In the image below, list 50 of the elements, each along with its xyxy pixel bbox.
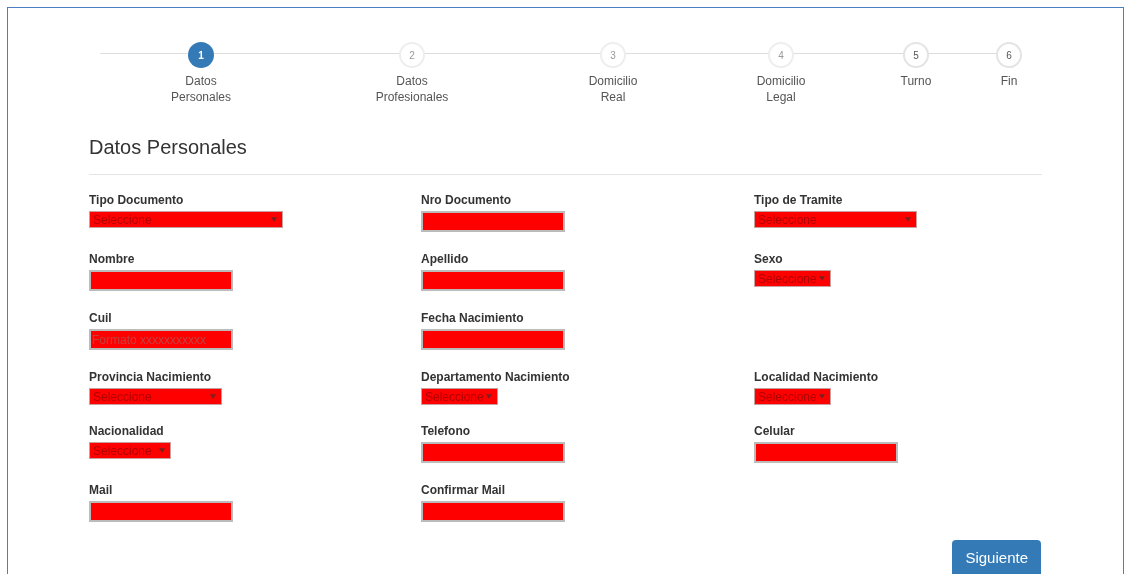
field-label: Tipo de Tramite xyxy=(754,193,843,207)
dropdown-caret-icon xyxy=(819,394,825,399)
input-field[interactable] xyxy=(754,442,898,463)
input-field[interactable] xyxy=(421,501,565,522)
select-field[interactable]: Seleccione xyxy=(754,270,831,287)
dropdown-caret-icon xyxy=(210,394,216,399)
dropdown-caret-icon xyxy=(486,394,492,399)
step-label: Domicilio Real xyxy=(588,73,638,105)
field-label: Apellido xyxy=(421,252,469,266)
step-label: Datos Profesionales xyxy=(375,73,449,105)
field-label: Nombre xyxy=(89,252,135,266)
input-field[interactable]: Formato xxxxxxxxxxx xyxy=(89,329,233,350)
dropdown-caret-icon xyxy=(271,217,277,222)
select-field[interactable]: Seleccione xyxy=(754,388,831,405)
step-number[interactable]: 5 xyxy=(903,42,929,68)
field-label: Fecha Nacimiento xyxy=(421,311,524,325)
step-label: Datos Personales xyxy=(171,73,231,105)
input-field[interactable] xyxy=(421,211,565,232)
step-label: Domicilio Legal xyxy=(756,73,806,105)
field-label: Nacionalidad xyxy=(89,424,164,438)
select-field[interactable]: Seleccione xyxy=(89,211,283,228)
dropdown-caret-icon xyxy=(819,276,825,281)
dropdown-caret-icon xyxy=(159,448,165,453)
field-label: Celular xyxy=(754,424,795,438)
field-label: Departamento Nacimiento xyxy=(421,370,570,384)
field-label: Telefono xyxy=(421,424,471,438)
section-title: Datos Personales xyxy=(89,135,248,159)
field-label: Nro Documento xyxy=(421,193,511,207)
dropdown-caret-icon xyxy=(905,217,911,222)
field-label: Mail xyxy=(89,483,113,497)
field-label: Tipo Documento xyxy=(89,193,184,207)
input-field[interactable] xyxy=(421,270,565,291)
select-field[interactable]: Seleccione xyxy=(89,388,222,405)
input-field[interactable] xyxy=(89,501,233,522)
field-label: Provincia Nacimiento xyxy=(89,370,212,384)
field-label: Cuil xyxy=(89,311,112,325)
step-label: Fin xyxy=(1000,73,1018,89)
step-number[interactable]: 6 xyxy=(996,42,1022,68)
input-field[interactable] xyxy=(89,270,233,291)
input-field[interactable] xyxy=(421,442,565,463)
field-label: Confirmar Mail xyxy=(421,483,505,497)
input-field[interactable] xyxy=(421,329,565,350)
step-number[interactable]: 1 xyxy=(188,42,214,68)
next-button[interactable]: Siguiente xyxy=(952,540,1041,574)
select-field[interactable]: Seleccione xyxy=(89,442,171,459)
select-field[interactable]: Seleccione xyxy=(421,388,498,405)
select-field[interactable]: Seleccione xyxy=(754,211,917,228)
field-label: Localidad Nacimiento xyxy=(754,370,879,384)
step-label: Turno xyxy=(900,73,932,89)
field-label: Sexo xyxy=(754,252,783,266)
